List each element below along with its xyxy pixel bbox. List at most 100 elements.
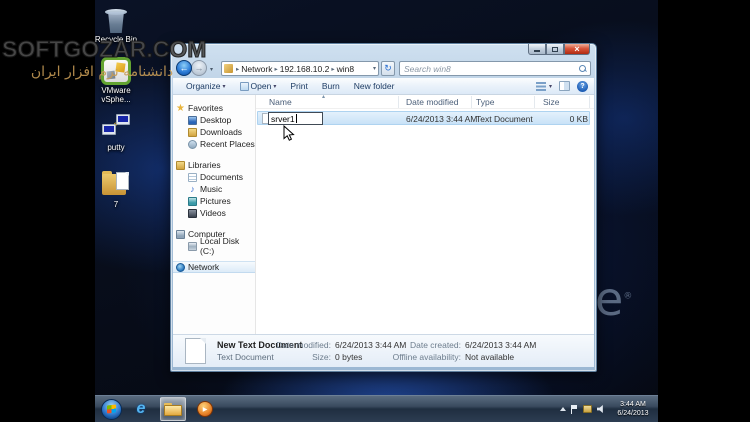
search-input[interactable] xyxy=(400,64,579,74)
maximize-button[interactable] xyxy=(546,44,564,55)
column-header-name[interactable]: Name xyxy=(269,97,292,107)
item-label: Videos xyxy=(200,208,226,218)
sidebar-item-documents[interactable]: Documents xyxy=(173,171,255,183)
back-arrow-icon: ← xyxy=(180,63,189,73)
new-folder-button[interactable]: New folder xyxy=(347,79,402,94)
change-view-button[interactable] xyxy=(536,82,546,91)
forward-arrow-icon: → xyxy=(195,63,204,73)
refresh-icon: ↻ xyxy=(384,63,392,74)
network-status-icon[interactable] xyxy=(583,405,592,413)
sidebar-item-recent-places[interactable]: Recent Places xyxy=(173,138,255,150)
show-hidden-icons-button[interactable] xyxy=(560,407,566,411)
sidebar-group-libraries[interactable]: Libraries xyxy=(173,159,255,171)
address-dropdown[interactable]: ▾ xyxy=(373,65,376,72)
sidebar-item-downloads[interactable]: Downloads xyxy=(173,126,255,138)
taskbar-clock[interactable]: 3:44 AM 6/24/2013 xyxy=(611,400,655,418)
column-divider[interactable] xyxy=(589,96,590,108)
breadcrumb-separator-icon: ▸ xyxy=(234,65,241,73)
refresh-button[interactable]: ↻ xyxy=(381,61,395,76)
mouse-cursor xyxy=(283,125,295,147)
breadcrumb-host[interactable]: 192.168.10.2 xyxy=(280,64,330,74)
column-header-date-modified[interactable]: Date modified xyxy=(406,97,458,107)
recycle-bin-icon xyxy=(105,8,127,34)
column-divider[interactable] xyxy=(471,96,472,108)
details-pane: New Text Document Text Document Date mod… xyxy=(173,334,594,367)
file-row-selected[interactable]: 6/24/2013 3:44 AM Text Document 0 KB xyxy=(257,111,590,125)
details-date-created-value: 6/24/2013 3:44 AM xyxy=(465,340,536,350)
details-offline-label: Offline availability: xyxy=(351,352,461,362)
minimize-button[interactable] xyxy=(528,44,546,55)
desktop-icon-recycle-bin[interactable]: Recycle Bin xyxy=(87,8,145,44)
sidebar-item-music[interactable]: ♪ Music xyxy=(173,183,255,195)
pictures-icon xyxy=(188,197,197,206)
computer-icon xyxy=(176,230,185,239)
column-header-row: ▴ Name Date modified Type Size xyxy=(256,95,594,109)
taskbar: e ▶ 3:44 AM 6/24/2013 xyxy=(95,395,658,422)
column-divider[interactable] xyxy=(398,96,399,108)
search-box xyxy=(399,61,591,76)
explorer-folder-icon xyxy=(164,403,182,416)
column-header-type[interactable]: Type xyxy=(476,97,494,107)
help-button[interactable]: ? xyxy=(577,81,588,92)
taskbar-internet-explorer[interactable]: e xyxy=(128,397,154,421)
clock-time: 3:44 AM xyxy=(611,400,655,409)
close-icon: × xyxy=(574,44,579,54)
address-bar[interactable]: ▸ Network ▸ 192.168.10.2 ▸ win8 ▾ xyxy=(221,61,379,76)
desktop-icon-putty[interactable]: putty xyxy=(87,114,145,152)
desktop-icon-folder-7[interactable]: 7 xyxy=(87,171,145,209)
desktop-icon xyxy=(188,116,197,125)
item-label: Downloads xyxy=(200,127,242,137)
videos-icon xyxy=(188,209,197,218)
item-label: Desktop xyxy=(200,115,231,125)
preview-pane-button[interactable] xyxy=(559,81,570,91)
recent-pages-dropdown[interactable]: ▾ xyxy=(210,66,213,73)
sidebar-item-local-disk-c[interactable]: Local Disk (C:) xyxy=(173,240,255,252)
start-button[interactable] xyxy=(101,399,122,420)
search-icon xyxy=(579,65,586,72)
music-icon: ♪ xyxy=(188,185,197,194)
navigation-row: ← → ▾ ▸ Network ▸ 192.168.10.2 ▸ win8 ▾ … xyxy=(171,59,596,78)
column-header-size[interactable]: Size xyxy=(543,97,560,107)
vmware-vsphere-icon xyxy=(101,57,131,85)
sidebar-item-desktop[interactable]: Desktop xyxy=(173,114,255,126)
folder-icon xyxy=(100,171,132,199)
putty-icon xyxy=(101,114,131,142)
sidebar-item-pictures[interactable]: Pictures xyxy=(173,195,255,207)
burn-button[interactable]: Burn xyxy=(315,79,347,94)
title-bar[interactable]: × xyxy=(171,44,596,59)
burn-label: Burn xyxy=(322,81,340,91)
close-button[interactable]: × xyxy=(564,44,590,55)
breadcrumb-network[interactable]: Network xyxy=(241,64,272,74)
details-size-label: Size: xyxy=(231,352,331,362)
sidebar-group-favorites[interactable]: ★ Favorites xyxy=(173,102,255,114)
sidebar-group-network[interactable]: Network xyxy=(173,261,255,273)
item-label: Local Disk (C:) xyxy=(200,236,255,256)
column-divider[interactable] xyxy=(534,96,535,108)
cell-size: 0 KB xyxy=(516,114,588,124)
libraries-icon xyxy=(176,161,185,170)
print-button[interactable]: Print xyxy=(283,79,314,94)
sidebar-item-videos[interactable]: Videos xyxy=(173,207,255,219)
forward-button[interactable]: → xyxy=(191,60,207,76)
documents-icon xyxy=(188,173,197,182)
group-label: Libraries xyxy=(188,160,221,170)
taskbar-windows-explorer[interactable] xyxy=(160,397,186,421)
group-label: Network xyxy=(188,262,219,272)
desktop-icon-label: 7 xyxy=(87,200,145,209)
disk-icon xyxy=(188,242,197,251)
details-date-created-label: Date created: xyxy=(351,340,461,350)
item-label: Documents xyxy=(200,172,243,182)
explorer-window: × ← → ▾ ▸ Network ▸ 192.168.10.2 ▸ win8 … xyxy=(170,43,597,372)
desktop-icon-vmware-vsphere[interactable]: VMware vSphe... xyxy=(87,57,145,104)
volume-icon[interactable] xyxy=(597,405,606,414)
breadcrumb-folder[interactable]: win8 xyxy=(337,64,354,74)
back-button[interactable]: ← xyxy=(176,60,192,76)
maximize-icon xyxy=(552,47,558,52)
taskbar-media-player[interactable]: ▶ xyxy=(192,397,218,421)
action-center-icon[interactable] xyxy=(571,405,578,414)
recent-places-icon xyxy=(188,140,197,149)
chevron-down-icon[interactable]: ▾ xyxy=(549,83,552,90)
item-label: Recent Places xyxy=(200,139,255,149)
organize-button[interactable]: Organize ▾ xyxy=(179,79,233,94)
open-button[interactable]: Open ▾ xyxy=(233,79,284,94)
